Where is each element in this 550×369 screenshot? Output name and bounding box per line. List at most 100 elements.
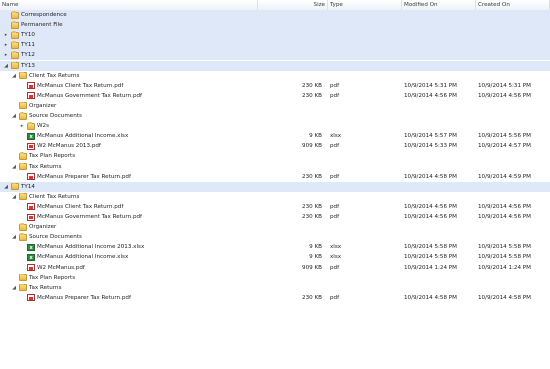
row-modified: 10/9/2014 5:31 PM <box>404 82 457 89</box>
tree-row[interactable]: ▸ TY12 <box>0 50 550 61</box>
tree-row[interactable]: McManus Additional Income.xlsx 9 KB xlsx 10… <box>0 131 550 142</box>
row-name[interactable]: Organizer <box>29 222 56 232</box>
collapse-arrow-icon[interactable]: ◢ <box>3 182 9 192</box>
row-name[interactable]: Correspondence <box>21 10 67 20</box>
row-modified: 10/9/2014 5:33 PM <box>404 143 457 150</box>
column-header-created[interactable]: Created On <box>476 0 550 10</box>
row-name[interactable]: TY11 <box>21 40 35 50</box>
expand-arrow-icon[interactable]: ▸ <box>3 40 9 50</box>
tree-row[interactable]: ◢ Source Documents <box>0 232 550 242</box>
collapse-arrow-icon[interactable]: ◢ <box>11 232 17 242</box>
row-type: pdf <box>330 264 340 271</box>
folder-icon <box>19 152 27 160</box>
tree-row[interactable]: ◢ TY13 <box>0 60 550 71</box>
collapse-arrow-icon[interactable]: ◢ <box>11 111 17 121</box>
row-name[interactable]: TY10 <box>21 30 35 40</box>
tree-row[interactable]: ◢ Tax Returns <box>0 162 550 172</box>
tree-row[interactable]: McManus Client Tax Return.pdf 230 KB pdf 10… <box>0 202 550 212</box>
folder-icon <box>19 233 27 241</box>
tree-row[interactable]: Tax Plan Reports <box>0 151 550 161</box>
tree-row[interactable]: W2 McManus.pdf 909 KB pdf 10/9/2014 1:24 PM… <box>0 263 550 273</box>
tree-row[interactable]: McManus Additional Income.xlsx 9 KB xlsx 10… <box>0 252 550 263</box>
row-created: 10/9/2014 4:57 PM <box>478 143 531 150</box>
row-created: 10/9/2014 5:58 PM <box>478 254 531 261</box>
row-modified: 10/9/2014 5:58 PM <box>404 244 457 251</box>
tree-row[interactable]: McManus Client Tax Return.pdf 230 KB pdf 10… <box>0 81 550 91</box>
collapse-arrow-icon[interactable]: ◢ <box>11 192 17 202</box>
column-header-size[interactable]: Size <box>258 0 328 10</box>
collapse-arrow-icon[interactable]: ◢ <box>11 71 17 81</box>
row-name[interactable]: McManus Government Tax Return.pdf <box>37 212 142 222</box>
tree-row[interactable]: Organizer <box>0 222 550 232</box>
collapse-arrow-icon[interactable]: ◢ <box>11 283 17 293</box>
row-name[interactable]: McManus Preparer Tax Return.pdf <box>37 172 131 182</box>
row-name[interactable]: McManus Additional Income 2013.xlsx <box>37 242 144 252</box>
tree-row[interactable]: Tax Plan Reports <box>0 273 550 283</box>
row-type: pdf <box>330 92 340 99</box>
row-name[interactable]: Source Documents <box>29 232 82 242</box>
row-name[interactable]: Client Tax Returns <box>29 71 79 81</box>
row-name[interactable]: TY12 <box>21 50 35 60</box>
row-created: 10/9/2014 4:58 PM <box>478 294 531 301</box>
tree-row[interactable]: ◢ Client Tax Returns <box>0 71 550 81</box>
collapse-arrow-icon[interactable]: ◢ <box>11 162 17 172</box>
column-header-name[interactable]: Name <box>0 0 258 10</box>
tree-row[interactable]: ▸ TY10 <box>0 30 550 41</box>
row-name[interactable]: Organizer <box>29 101 56 111</box>
tree-row[interactable]: ▸ TY11 <box>0 40 550 51</box>
row-name[interactable]: TY13 <box>21 61 35 71</box>
tree-row[interactable]: ◢ Client Tax Returns <box>0 192 550 202</box>
row-modified: 10/9/2014 1:24 PM <box>404 264 457 271</box>
tree-row[interactable]: ◢ Tax Returns <box>0 283 550 293</box>
tree-row[interactable]: McManus Preparer Tax Return.pdf 230 KB pdf… <box>0 172 550 182</box>
folder-icon <box>27 122 35 130</box>
row-name[interactable]: W2 McManus.pdf <box>37 263 85 273</box>
row-name[interactable]: Tax Returns <box>29 162 61 172</box>
row-created: 10/9/2014 5:31 PM <box>478 82 531 89</box>
tree-row[interactable]: McManus Preparer Tax Return.pdf 230 KB pdf… <box>0 293 550 303</box>
row-name[interactable]: Tax Returns <box>29 283 61 293</box>
expand-arrow-icon[interactable]: ▸ <box>19 121 25 131</box>
row-name[interactable]: McManus Government Tax Return.pdf <box>37 91 142 101</box>
row-modified: 10/9/2014 5:57 PM <box>404 133 457 140</box>
tree-row[interactable]: Correspondence <box>0 10 550 20</box>
tree-row[interactable]: McManus Government Tax Return.pdf 230 KB p… <box>0 212 550 222</box>
row-modified: 10/9/2014 4:56 PM <box>404 203 457 210</box>
row-name[interactable]: McManus Additional Income.xlsx <box>37 131 128 141</box>
row-name[interactable]: McManus Client Tax Return.pdf <box>37 81 123 91</box>
pdf-icon <box>27 82 35 90</box>
tree-row[interactable]: ▸ W2s <box>0 121 550 131</box>
row-name[interactable]: Permanent File <box>21 20 63 30</box>
row-name[interactable]: Client Tax Returns <box>29 192 79 202</box>
tree-row[interactable]: ◢ TY14 <box>0 181 550 192</box>
row-modified: 10/9/2014 5:58 PM <box>404 254 457 261</box>
row-name[interactable]: Source Documents <box>29 111 82 121</box>
tree-row[interactable]: Organizer <box>0 101 550 111</box>
folder-icon <box>11 21 19 29</box>
row-name[interactable]: Tax Plan Reports <box>29 151 75 161</box>
row-name[interactable]: W2 McManus 2013.pdf <box>37 141 101 151</box>
column-header-type[interactable]: Type <box>328 0 402 10</box>
collapse-arrow-icon[interactable]: ◢ <box>3 61 9 71</box>
row-name[interactable]: McManus Preparer Tax Return.pdf <box>37 293 131 303</box>
row-name[interactable]: Tax Plan Reports <box>29 273 75 283</box>
expand-arrow-icon[interactable]: ▸ <box>3 30 9 40</box>
row-created: 10/9/2014 4:56 PM <box>478 214 531 220</box>
row-name[interactable]: TY14 <box>21 182 35 192</box>
tree-row[interactable]: ◢ Source Documents <box>0 111 550 121</box>
column-header-modified[interactable]: Modified On <box>402 0 476 10</box>
row-name[interactable]: McManus Additional Income.xlsx <box>37 252 128 262</box>
pdf-icon <box>27 203 35 211</box>
folder-icon <box>19 101 27 110</box>
folder-icon <box>19 112 27 120</box>
row-name[interactable]: McManus Client Tax Return.pdf <box>37 202 123 212</box>
tree-row[interactable]: W2 McManus 2013.pdf 909 KB pdf 10/9/2014 5:… <box>0 141 550 151</box>
tree-row[interactable]: McManus Additional Income 2013.xlsx 9 KB x… <box>0 242 550 253</box>
tree-row[interactable]: Permanent File <box>0 20 550 31</box>
expand-arrow-icon[interactable]: ▸ <box>3 50 9 60</box>
folder-icon <box>19 192 27 201</box>
folder-icon <box>11 51 19 59</box>
row-modified: 10/9/2014 4:56 PM <box>404 214 457 220</box>
row-name[interactable]: W2s <box>37 121 49 131</box>
tree-row[interactable]: McManus Government Tax Return.pdf 230 KB p… <box>0 91 550 101</box>
